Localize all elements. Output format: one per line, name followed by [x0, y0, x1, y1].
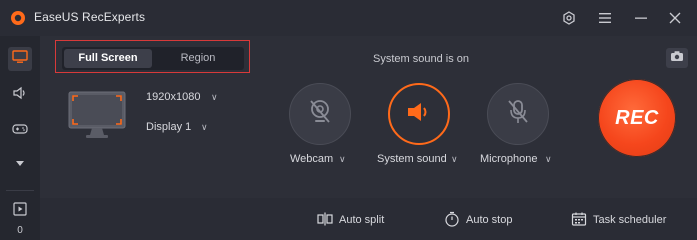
resolution-value[interactable]: 1920x1080: [146, 91, 200, 103]
task-scheduler-button[interactable]: Task scheduler: [571, 212, 666, 228]
resolution-chevron-down-icon[interactable]: ∨: [211, 92, 218, 103]
clock-icon: [444, 211, 460, 230]
microphone-label[interactable]: Microphone: [480, 153, 537, 165]
minimize-icon[interactable]: [632, 9, 650, 27]
sidebar-item-more[interactable]: [8, 151, 32, 175]
settings-icon[interactable]: [560, 9, 578, 27]
auto-stop-label: Auto stop: [466, 214, 513, 226]
system-sound-toggle[interactable]: [388, 83, 450, 145]
rec-button-label: REC: [615, 106, 659, 129]
auto-split-label: Auto split: [339, 214, 385, 226]
recordings-count: 0: [17, 225, 23, 236]
sidebar-divider: [6, 190, 34, 191]
menu-icon[interactable]: [596, 9, 614, 27]
sidebar-item-audio[interactable]: [8, 83, 32, 107]
close-icon[interactable]: [666, 9, 684, 27]
system-sound-chevron-down-icon[interactable]: ∨: [451, 154, 458, 165]
app-title: EaseUS RecExperts: [34, 10, 146, 24]
recordings-icon: [13, 201, 27, 221]
monitor-preview-icon[interactable]: [68, 91, 126, 144]
easeus-logo-icon: [10, 10, 26, 26]
sidebar-item-screen[interactable]: [8, 47, 32, 71]
sidebar-item-game[interactable]: [8, 119, 32, 143]
caret-down-icon: [15, 154, 25, 172]
title-bar: EaseUS RecExperts: [0, 0, 697, 36]
task-scheduler-label: Task scheduler: [593, 214, 667, 226]
system-sound-label[interactable]: System sound: [377, 153, 447, 165]
tab-region[interactable]: Region: [154, 49, 242, 68]
gamepad-icon: [12, 122, 28, 140]
auto-split-icon: [317, 212, 333, 229]
webcam-chevron-down-icon[interactable]: ∨: [339, 154, 346, 165]
display-value[interactable]: Display 1: [146, 121, 191, 133]
camera-icon: [670, 49, 684, 67]
tab-full-screen[interactable]: Full Screen: [64, 49, 152, 68]
audio-icon: [12, 86, 28, 105]
sidebar-item-recordings[interactable]: [8, 199, 32, 223]
microphone-off-icon: [505, 98, 531, 131]
auto-split-button[interactable]: Auto split: [317, 212, 384, 228]
display-chevron-down-icon[interactable]: ∨: [201, 122, 208, 133]
screen-icon: [12, 49, 28, 69]
audio-status-text: System sound is on: [373, 53, 469, 65]
auto-stop-button[interactable]: Auto stop: [444, 211, 513, 230]
webcam-off-icon: [307, 98, 333, 131]
webcam-toggle[interactable]: [289, 83, 351, 145]
screenshot-button[interactable]: [666, 48, 688, 68]
webcam-label[interactable]: Webcam: [290, 153, 333, 165]
microphone-chevron-down-icon[interactable]: ∨: [545, 154, 552, 165]
rec-button[interactable]: REC: [598, 79, 676, 157]
speaker-icon: [404, 100, 434, 129]
calendar-icon: [571, 211, 587, 230]
microphone-toggle[interactable]: [487, 83, 549, 145]
